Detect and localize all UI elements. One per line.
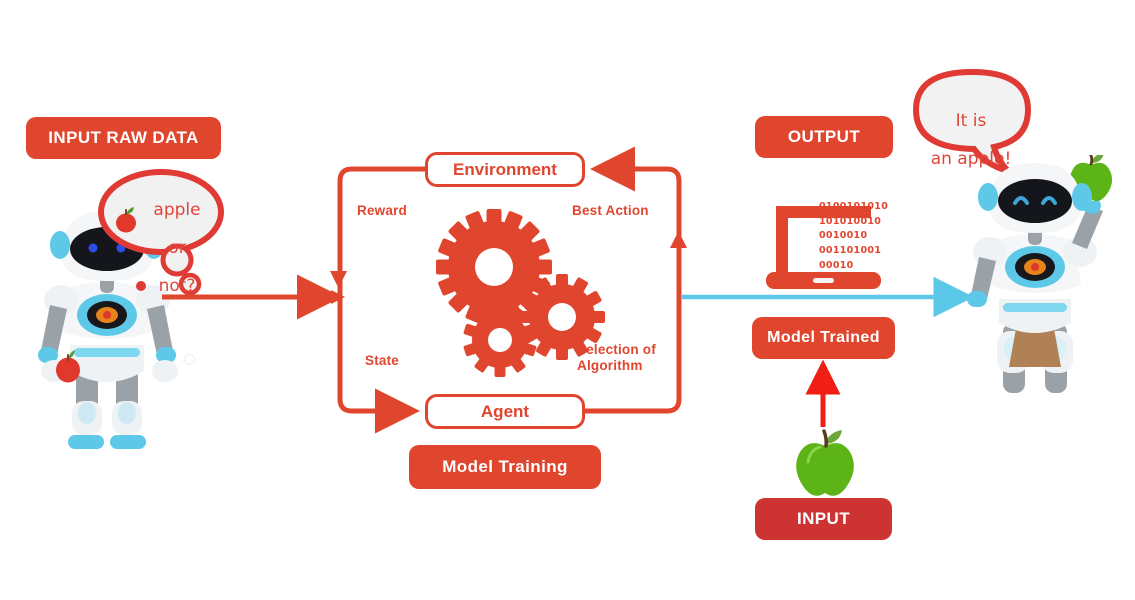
speech-line-1: It is [955, 111, 987, 132]
input-badge: INPUT [755, 498, 892, 540]
output-label: OUTPUT [787, 126, 861, 146]
output-badge: OUTPUT [755, 116, 893, 158]
diagram-canvas: INPUT RAW DATA apple or not? Environment… [0, 0, 1135, 600]
binary-code-text: 0100101010 101010010 0010010 001101001 0… [819, 201, 889, 271]
model-trained-label: Model Trained [767, 329, 880, 347]
happy-robot [967, 155, 1113, 393]
green-apple-icon [796, 429, 854, 496]
input-label: INPUT [797, 508, 850, 528]
model-trained-badge: Model Trained [752, 317, 895, 359]
